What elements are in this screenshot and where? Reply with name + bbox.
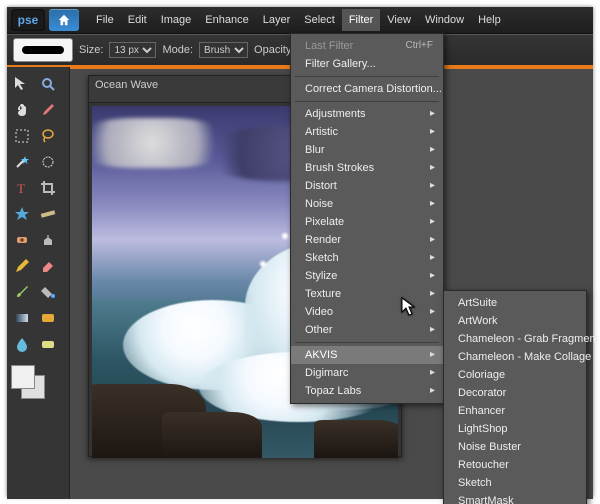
akvis-submenu: ArtSuite ArtWork Chameleon - Grab Fragme… xyxy=(443,290,587,504)
menu-item-akvis[interactable]: AKVIS xyxy=(291,346,443,364)
pencil-tool[interactable] xyxy=(11,255,33,277)
sponge-tool[interactable] xyxy=(37,333,59,355)
menu-item-last-filter: Last FilterCtrl+F xyxy=(291,37,443,55)
move-tool[interactable] xyxy=(11,73,33,95)
clone-tool[interactable] xyxy=(37,229,59,251)
submenu-item-sketch[interactable]: Sketch xyxy=(444,474,586,492)
menu-enhance[interactable]: Enhance xyxy=(198,9,255,31)
home-button[interactable] xyxy=(49,9,79,31)
straighten-tool[interactable] xyxy=(37,203,59,225)
eraser-tool[interactable] xyxy=(37,255,59,277)
submenu-item-noise-buster[interactable]: Noise Buster xyxy=(444,438,586,456)
gradient-tool[interactable] xyxy=(11,307,33,329)
submenu-item-decorator[interactable]: Decorator xyxy=(444,384,586,402)
menu-item-other[interactable]: Other xyxy=(291,321,443,339)
menu-item-noise[interactable]: Noise xyxy=(291,195,443,213)
menu-file[interactable]: File xyxy=(89,9,121,31)
submenu-item-lightshop[interactable]: LightShop xyxy=(444,420,586,438)
app-logo: pse xyxy=(11,9,45,31)
submenu-item-chameleon-collage[interactable]: Chameleon - Make Collage xyxy=(444,348,586,366)
menu-layer[interactable]: Layer xyxy=(256,9,298,31)
opacity-label: Opacity: xyxy=(254,44,294,56)
zoom-tool[interactable] xyxy=(37,73,59,95)
menu-help[interactable]: Help xyxy=(471,9,508,31)
menu-item-brush-strokes[interactable]: Brush Strokes xyxy=(291,159,443,177)
submenu-item-retoucher[interactable]: Retoucher xyxy=(444,456,586,474)
size-label: Size: xyxy=(79,44,103,56)
foreground-color-swatch[interactable] xyxy=(11,365,35,389)
menu-item-render[interactable]: Render xyxy=(291,231,443,249)
submenu-item-enhancer[interactable]: Enhancer xyxy=(444,402,586,420)
svg-text:T: T xyxy=(17,181,25,196)
menu-item-texture[interactable]: Texture xyxy=(291,285,443,303)
type-tool[interactable]: T xyxy=(11,177,33,199)
shape-tool[interactable] xyxy=(37,307,59,329)
title-bar: pse File Edit Image Enhance Layer Select… xyxy=(7,7,593,34)
size-field[interactable]: 13 px xyxy=(109,42,156,58)
selection-brush-tool[interactable] xyxy=(37,151,59,173)
menu-view[interactable]: View xyxy=(380,9,418,31)
menu-item-stylize[interactable]: Stylize xyxy=(291,267,443,285)
menu-item-correct-camera[interactable]: Correct Camera Distortion... xyxy=(291,80,443,98)
lasso-tool[interactable] xyxy=(37,125,59,147)
crop-tool[interactable] xyxy=(37,177,59,199)
eyedropper-tool[interactable] xyxy=(37,99,59,121)
filter-menu: Last FilterCtrl+F Filter Gallery... Corr… xyxy=(290,33,444,404)
menu-bar: File Edit Image Enhance Layer Select Fil… xyxy=(89,9,508,31)
paint-bucket-tool[interactable] xyxy=(37,281,59,303)
menu-item-pixelate[interactable]: Pixelate xyxy=(291,213,443,231)
menu-item-artistic[interactable]: Artistic xyxy=(291,123,443,141)
magic-wand-tool[interactable] xyxy=(11,151,33,173)
menu-item-digimarc[interactable]: Digimarc xyxy=(291,364,443,382)
menu-item-video[interactable]: Video xyxy=(291,303,443,321)
tool-palette: T xyxy=(7,67,70,499)
menu-filter[interactable]: Filter xyxy=(342,9,380,31)
color-swatches[interactable] xyxy=(11,365,45,399)
marquee-tool[interactable] xyxy=(11,125,33,147)
hand-tool[interactable] xyxy=(11,99,33,121)
heal-tool[interactable] xyxy=(11,229,33,251)
menu-item-topaz-labs[interactable]: Topaz Labs xyxy=(291,382,443,400)
menu-item-adjustments[interactable]: Adjustments xyxy=(291,105,443,123)
submenu-item-smartmask[interactable]: SmartMask xyxy=(444,492,586,504)
menu-item-sketch[interactable]: Sketch xyxy=(291,249,443,267)
brush-preview[interactable] xyxy=(13,38,73,62)
submenu-item-coloriage[interactable]: Coloriage xyxy=(444,366,586,384)
menu-image[interactable]: Image xyxy=(154,9,199,31)
submenu-item-chameleon-grab[interactable]: Chameleon - Grab Fragment xyxy=(444,330,586,348)
submenu-item-artwork[interactable]: ArtWork xyxy=(444,312,586,330)
menu-item-distort[interactable]: Distort xyxy=(291,177,443,195)
brush-tool[interactable] xyxy=(11,281,33,303)
cookie-cutter-tool[interactable] xyxy=(11,203,33,225)
menu-window[interactable]: Window xyxy=(418,9,471,31)
blur-tool[interactable] xyxy=(11,333,33,355)
submenu-item-artsuite[interactable]: ArtSuite xyxy=(444,294,586,312)
mouse-cursor-icon xyxy=(401,297,417,322)
menu-item-blur[interactable]: Blur xyxy=(291,141,443,159)
menu-item-filter-gallery[interactable]: Filter Gallery... xyxy=(291,55,443,73)
menu-edit[interactable]: Edit xyxy=(121,9,154,31)
mode-label: Mode: xyxy=(162,44,193,56)
menu-select[interactable]: Select xyxy=(297,9,342,31)
mode-field[interactable]: Brush xyxy=(199,42,248,58)
